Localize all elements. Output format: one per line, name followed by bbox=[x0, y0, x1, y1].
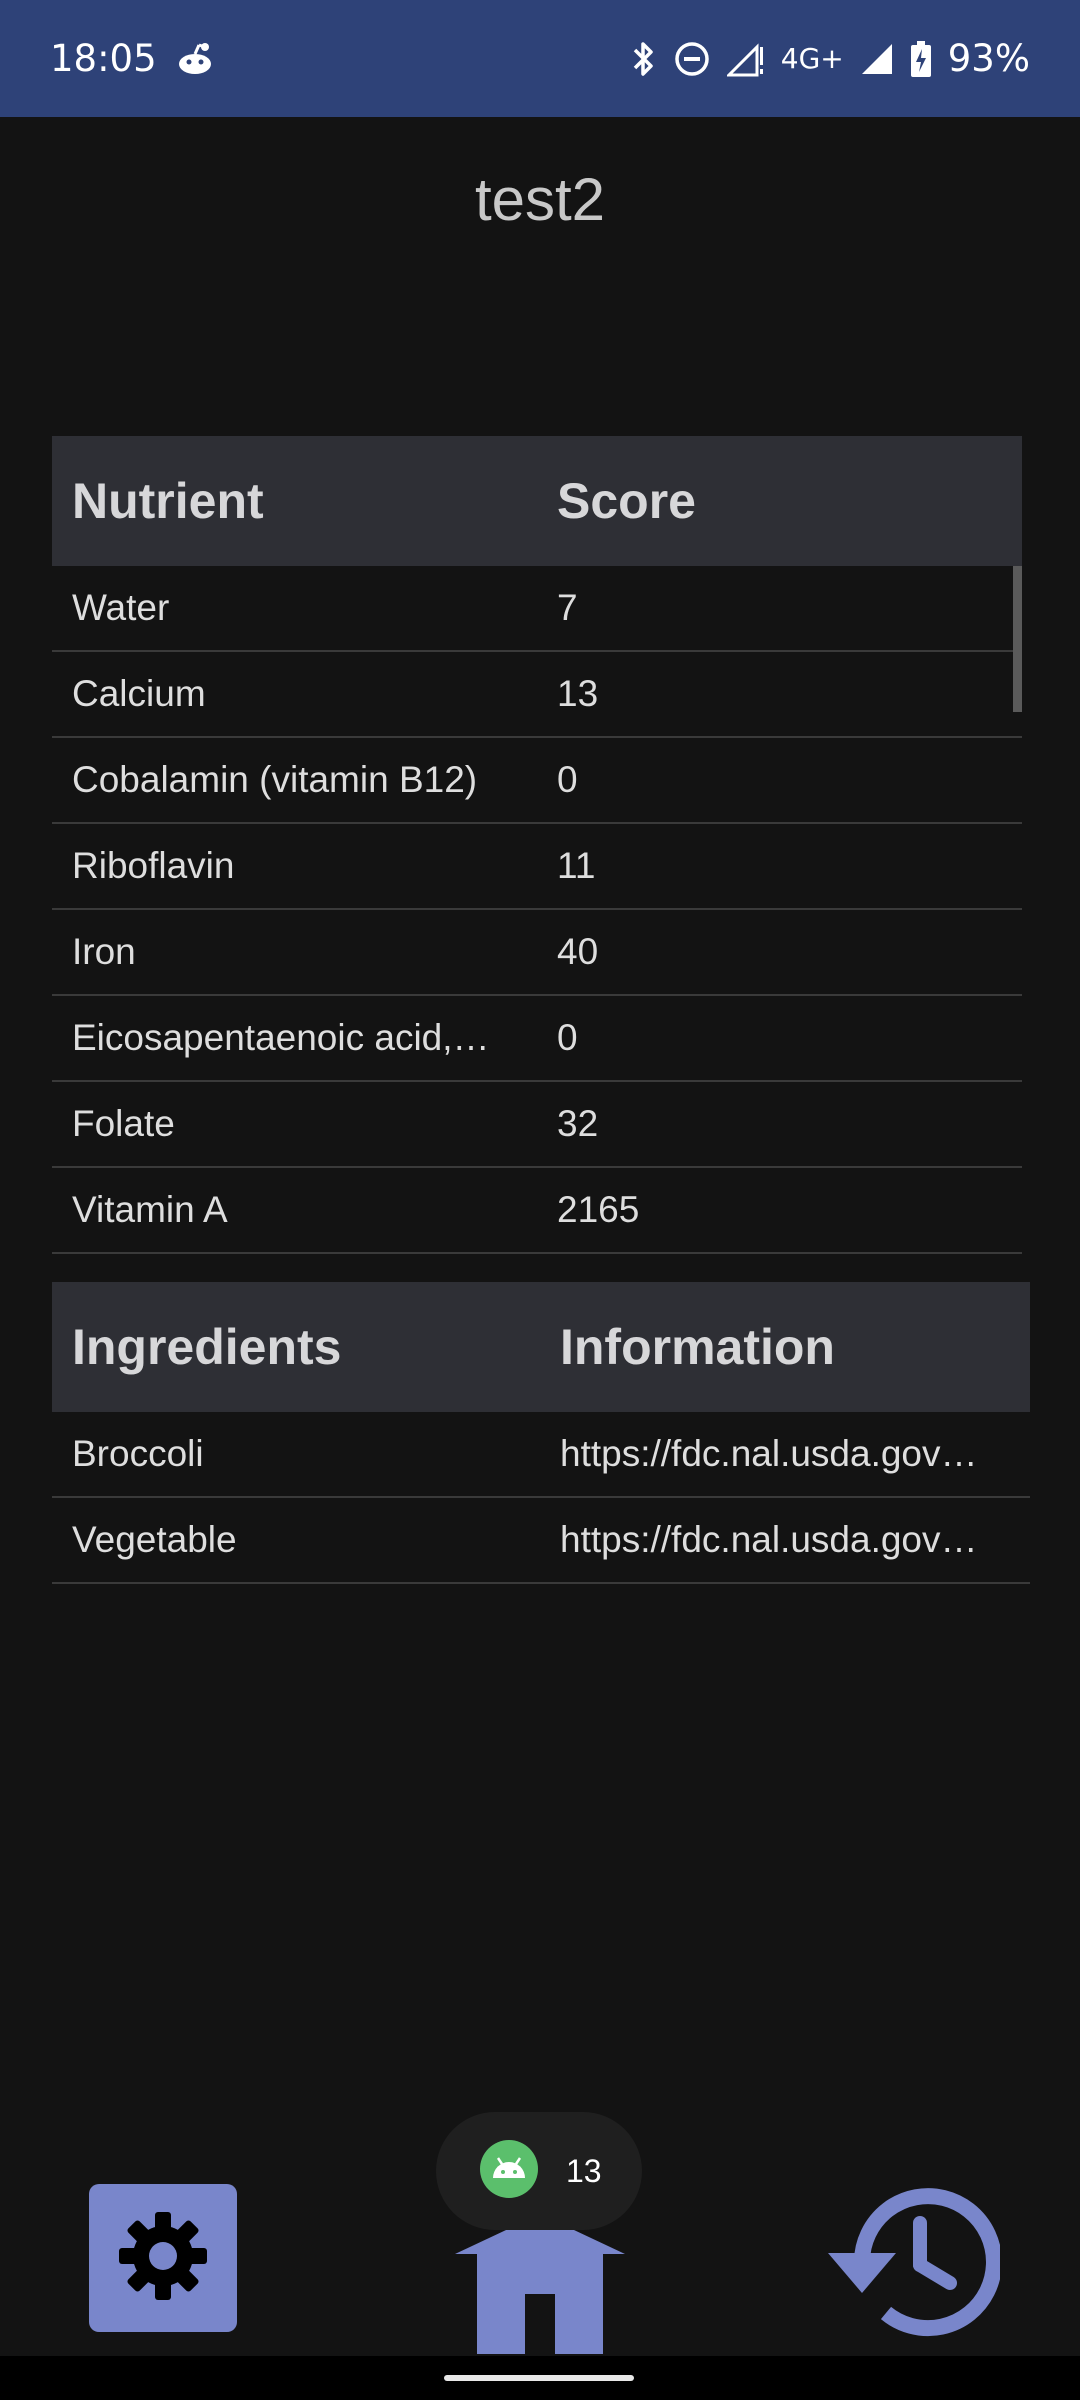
home-button[interactable] bbox=[455, 2213, 625, 2359]
nutrient-score: 0 bbox=[557, 759, 578, 800]
nutrient-table[interactable]: Nutrient Score Water 7 Calcium 13 Cobala… bbox=[52, 436, 1022, 1254]
bluetooth-icon bbox=[631, 40, 657, 78]
table-row[interactable]: Vegetable https://fdc.nal.usda.gov… bbox=[52, 1498, 1030, 1584]
nutrient-score: 0 bbox=[557, 1017, 578, 1058]
ingredient-name: Broccoli bbox=[72, 1433, 204, 1474]
status-left: 18:05 bbox=[50, 37, 215, 80]
table-row[interactable]: Broccoli https://fdc.nal.usda.gov… bbox=[52, 1412, 1030, 1498]
settings-button[interactable] bbox=[89, 2184, 237, 2332]
table-row[interactable]: Folate 32 bbox=[52, 1082, 1022, 1168]
nutrient-score: 2165 bbox=[557, 1189, 640, 1230]
toast-notification: 13 bbox=[436, 2112, 642, 2230]
gesture-area bbox=[0, 2356, 1080, 2400]
column-header-score: Score bbox=[557, 473, 696, 529]
status-bar: 18:05 4G+ 93% bbox=[0, 0, 1080, 117]
nutrient-name: Folate bbox=[72, 1103, 175, 1144]
nutrient-name: Iron bbox=[72, 931, 136, 972]
column-header-ingredients: Ingredients bbox=[72, 1319, 342, 1375]
nutrient-score: 13 bbox=[557, 673, 599, 714]
table-row[interactable]: Cobalamin (vitamin B12) 0 bbox=[52, 738, 1022, 824]
network-type: 4G+ bbox=[780, 42, 844, 75]
table-row[interactable]: Iron 40 bbox=[52, 910, 1022, 996]
scrollbar-thumb[interactable] bbox=[1013, 566, 1022, 712]
nutrient-score: 7 bbox=[557, 587, 578, 628]
signal-icon bbox=[726, 41, 765, 77]
nutrient-score: 32 bbox=[557, 1103, 599, 1144]
nutrient-score: 40 bbox=[557, 931, 599, 972]
settings-icon bbox=[113, 2206, 213, 2311]
status-time: 18:05 bbox=[50, 37, 157, 80]
table-row[interactable]: Water 7 bbox=[52, 566, 1022, 652]
home-icon bbox=[455, 2213, 625, 2359]
signal-icon bbox=[860, 42, 894, 76]
toast-text: 13 bbox=[566, 2152, 602, 2189]
page-title: test2 bbox=[474, 166, 606, 233]
history-button[interactable] bbox=[824, 2183, 1002, 2348]
table-header: Ingredients Information bbox=[52, 1282, 1030, 1412]
home-gesture-handle[interactable] bbox=[444, 2375, 634, 2381]
table-row[interactable]: Riboflavin 11 bbox=[52, 824, 1022, 910]
battery-charging-icon bbox=[910, 40, 932, 78]
ingredients-table[interactable]: Ingredients Information Broccoli https:/… bbox=[52, 1282, 1030, 1584]
nutrient-name: Water bbox=[72, 587, 170, 628]
ingredient-info-link[interactable]: https://fdc.nal.usda.gov… bbox=[540, 1433, 1030, 1475]
history-icon bbox=[824, 2183, 1002, 2348]
nutrient-name: Cobalamin (vitamin B12) bbox=[72, 759, 478, 800]
battery-level: 93% bbox=[947, 37, 1030, 80]
app-screen: 18:05 4G+ 93% test2 Nutrient Score Water… bbox=[0, 0, 1080, 2400]
table-row[interactable]: Calcium 13 bbox=[52, 652, 1022, 738]
reddit-icon bbox=[175, 42, 215, 76]
nutrient-name: Vitamin A bbox=[72, 1189, 228, 1230]
nutrient-name: Riboflavin bbox=[72, 845, 235, 886]
column-header-nutrient: Nutrient bbox=[72, 473, 264, 529]
ingredient-info-link[interactable]: https://fdc.nal.usda.gov… bbox=[540, 1519, 1030, 1561]
status-right: 4G+ 93% bbox=[631, 37, 1030, 80]
nutrient-name: Eicosapentaenoic acid,… bbox=[72, 1017, 490, 1058]
table-row[interactable]: Eicosapentaenoic acid,… 0 bbox=[52, 996, 1022, 1082]
table-row[interactable]: Vitamin A 2165 bbox=[52, 1168, 1022, 1254]
column-header-information: Information bbox=[560, 1319, 835, 1375]
nutrient-name: Calcium bbox=[72, 673, 206, 714]
table-header: Nutrient Score bbox=[52, 436, 1022, 566]
ingredient-name: Vegetable bbox=[72, 1519, 237, 1560]
android-icon bbox=[480, 2139, 538, 2203]
nutrient-score: 11 bbox=[557, 845, 596, 886]
do-not-disturb-icon bbox=[673, 40, 711, 78]
